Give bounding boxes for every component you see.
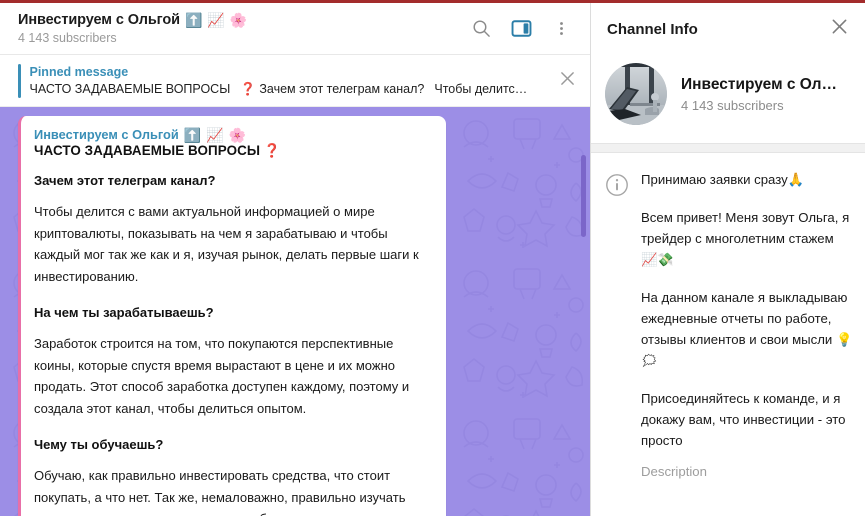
question-mark-emoji-icon: ❓: [240, 81, 256, 96]
message-heading-text: ЧАСТО ЗАДАВАЕМЫЕ ВОПРОСЫ: [34, 143, 261, 158]
telegram-window: Инвестируем с Ольгой ⬆️ 📈 🌸 4 143 subscr…: [0, 0, 865, 516]
messages-scrollbar[interactable]: [581, 107, 586, 516]
chat-header: Инвестируем с Ольгой ⬆️ 📈 🌸 4 143 subscr…: [0, 3, 590, 55]
pinned-message-preview: ЧАСТО ЗАДАВАЕМЫЕ ВОПРОСЫ ❓ Зачем этот тел…: [30, 81, 555, 98]
faq-answer: Заработок строится на том, что покупаютс…: [34, 336, 410, 416]
pinned-message-label: Pinned message: [29, 64, 129, 79]
channel-description-texts: Принимаю заявки сразу🙏 Всем привет! Меня…: [641, 169, 853, 516]
up-arrow-emoji-icon: ⬆️: [183, 126, 202, 143]
channel-info-title: Channel Info: [607, 20, 698, 38]
channel-identity[interactable]: Инвестируем с Ол… 4 143 subscribers: [591, 55, 865, 143]
info-icon: [605, 173, 629, 197]
description-paragraph: Всем привет! Меня зовут Ольга, я трейдер…: [641, 210, 850, 267]
search-button[interactable]: [468, 16, 494, 42]
messages-scrollbar-thumb[interactable]: [581, 155, 586, 237]
chat-subscriber-count: 4 143 subscribers: [18, 31, 117, 45]
avatar-photo-laptop-window: [605, 63, 667, 125]
toggle-info-panel-icon: [511, 18, 532, 39]
channel-info-panel: Channel Info Инвестируем с Ол… 4 143 sub…: [590, 3, 865, 516]
channel-subscriber-count: 4 143 subscribers: [681, 97, 784, 113]
description-paragraph: Присоединяйтесь к команде, и я докажу ва…: [641, 391, 846, 448]
chat-column: Инвестируем с Ольгой ⬆️ 📈 🌸 4 143 subscr…: [0, 3, 590, 516]
messages-area: Инвестируем с Ольгой ⬆️ 📈 🌸 ЧАСТО ЗАДАВА…: [0, 107, 590, 516]
faq-question: На чем ты зарабатываешь?: [34, 305, 214, 320]
description-label: Description: [641, 464, 707, 479]
pinned-message-bar[interactable]: Pinned message ЧАСТО ЗАДАВАЕМЫЕ ВОПРОСЫ ❓…: [0, 55, 590, 107]
faq-question: Зачем этот телеграм канал?: [34, 173, 216, 188]
faq-answer: Обучаю, как правильно инвестировать сред…: [34, 468, 406, 516]
channel-info-header: Channel Info: [591, 3, 865, 55]
chat-header-titles[interactable]: Инвестируем с Ольгой ⬆️ 📈 🌸 4 143 subscr…: [18, 12, 468, 45]
channel-identity-texts: Инвестируем с Ол… 4 143 subscribers: [681, 76, 851, 113]
more-options-button[interactable]: [548, 16, 574, 42]
message-author-row: Инвестируем с Ольгой ⬆️ 📈 🌸: [34, 127, 432, 142]
message-heading: ЧАСТО ЗАДАВАЕМЫЕ ВОПРОСЫ ❓: [34, 143, 432, 159]
panel-divider: [591, 143, 865, 153]
description-paragraph: На данном канале я выкладываю ежедневные…: [641, 290, 853, 368]
pinned-preview-segment-1: ЧАСТО ЗАДАВАЕМЫЕ ВОПРОСЫ: [29, 81, 231, 96]
message-author-name[interactable]: Инвестируем с Ольгой: [34, 127, 179, 142]
pinned-accent-bar: [18, 63, 21, 98]
faq-answer: Чтобы делится с вами актуальной информац…: [34, 204, 419, 284]
chart-increasing-emoji-icon: 📈: [206, 126, 224, 143]
cherry-blossom-emoji-icon: 🌸: [229, 12, 248, 28]
cherry-blossom-emoji-icon: 🌸: [228, 126, 247, 143]
close-channel-info-button[interactable]: [825, 15, 853, 43]
close-icon: [560, 71, 575, 91]
pinned-texts: Pinned message ЧАСТО ЗАДАВАЕМЫЕ ВОПРОСЫ ❓…: [30, 64, 555, 98]
question-mark-emoji-icon: ❓: [263, 143, 281, 158]
message-bubble[interactable]: Инвестируем с Ольгой ⬆️ 📈 🌸 ЧАСТО ЗАДАВА…: [18, 116, 446, 516]
channel-description-row[interactable]: Принимаю заявки сразу🙏 Всем привет! Меня…: [591, 153, 865, 516]
up-arrow-emoji-icon: ⬆️: [184, 12, 203, 28]
message-scroll-container[interactable]: Инвестируем с Ольгой ⬆️ 📈 🌸 ЧАСТО ЗАДАВА…: [0, 107, 590, 516]
avatar[interactable]: [605, 63, 667, 125]
chat-title-row: Инвестируем с Ольгой ⬆️ 📈 🌸: [18, 12, 468, 28]
channel-name: Инвестируем с Ол…: [681, 75, 837, 93]
pinned-preview-segment-3: Чтобы делитс…: [434, 81, 528, 96]
close-icon: [831, 18, 848, 40]
more-options-icon: [559, 19, 564, 38]
chat-header-actions: [468, 16, 578, 42]
toggle-info-panel-button[interactable]: [508, 16, 534, 42]
close-pinned-button[interactable]: [554, 68, 580, 94]
chat-title: Инвестируем с Ольгой: [18, 12, 180, 28]
description-paragraph: Принимаю заявки сразу🙏: [641, 172, 805, 187]
faq-question: Чему ты обучаешь?: [34, 437, 164, 452]
chart-increasing-emoji-icon: 📈: [207, 12, 225, 28]
search-icon: [472, 19, 491, 38]
pinned-preview-segment-2: Зачем этот телеграм канал?: [259, 81, 425, 96]
